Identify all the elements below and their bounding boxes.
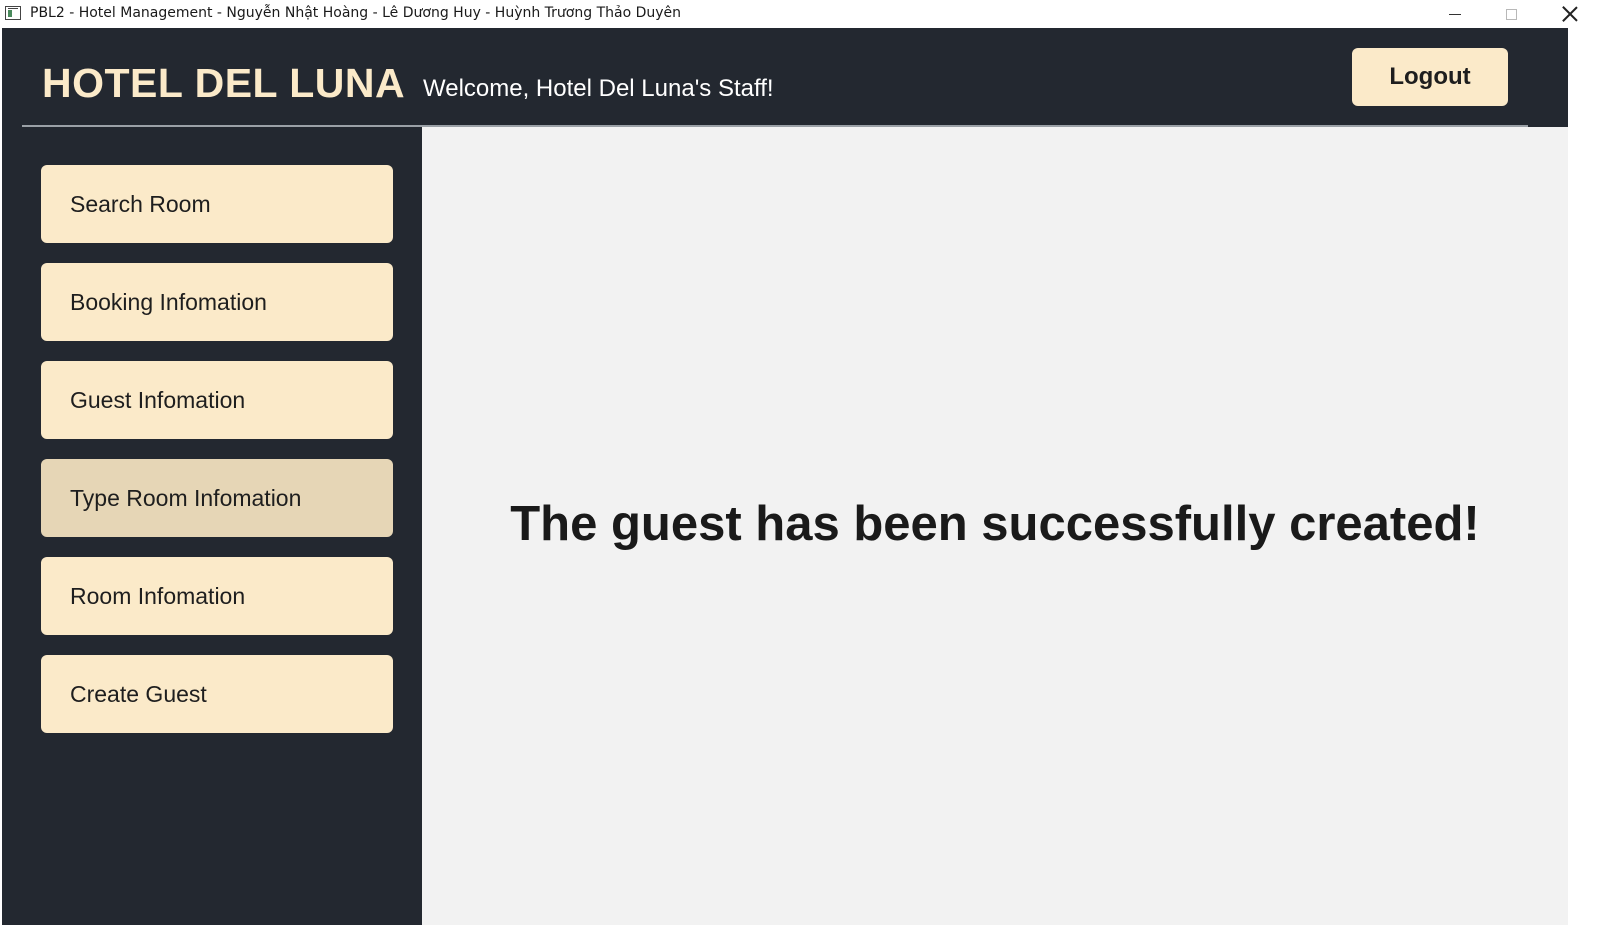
close-button[interactable]	[1547, 0, 1593, 28]
welcome-message: Welcome, Hotel Del Luna's Staff!	[423, 75, 774, 102]
hotel-title: HOTEL DEL LUNA	[42, 60, 406, 106]
content-panel: The guest has been successfully created!	[422, 127, 1568, 925]
app-area: HOTEL DEL LUNA Welcome, Hotel Del Luna's…	[0, 28, 1603, 925]
sidebar-item-guest-information[interactable]: Guest Infomation	[41, 361, 393, 439]
logout-button[interactable]: Logout	[1352, 48, 1508, 106]
window-title: PBL2 - Hotel Management - Nguyễn Nhật Ho…	[30, 5, 682, 21]
sidebar-item-label: Create Guest	[70, 680, 207, 707]
title-bar[interactable]: PBL2 - Hotel Management - Nguyễn Nhật Ho…	[0, 0, 1603, 28]
sidebar-item-label: Room Infomation	[70, 582, 246, 609]
sidebar: Search Room Booking Infomation Guest Inf…	[2, 127, 422, 925]
sidebar-item-label: Type Room Infomation	[70, 484, 302, 511]
sidebar-item-booking-information[interactable]: Booking Infomation	[41, 263, 393, 341]
sidebar-item-label: Guest Infomation	[70, 386, 246, 413]
sidebar-item-label: Search Room	[70, 190, 211, 217]
minimize-icon	[1449, 13, 1461, 15]
app-window: PBL2 - Hotel Management - Nguyễn Nhật Ho…	[0, 0, 1603, 925]
app-icon	[5, 6, 21, 20]
success-message: The guest has been successfully created!	[510, 497, 1480, 551]
close-icon	[1562, 6, 1578, 22]
maximize-icon	[1505, 8, 1517, 20]
sidebar-item-search-room[interactable]: Search Room	[41, 165, 393, 243]
sidebar-item-type-room-information[interactable]: Type Room Infomation	[41, 459, 393, 537]
sidebar-item-room-information[interactable]: Room Infomation	[41, 557, 393, 635]
sidebar-item-label: Booking Infomation	[70, 288, 267, 315]
main-frame: HOTEL DEL LUNA Welcome, Hotel Del Luna's…	[2, 28, 1568, 925]
sidebar-item-create-guest[interactable]: Create Guest	[41, 655, 393, 733]
maximize-button[interactable]	[1488, 0, 1534, 28]
minimize-button[interactable]	[1432, 0, 1478, 28]
